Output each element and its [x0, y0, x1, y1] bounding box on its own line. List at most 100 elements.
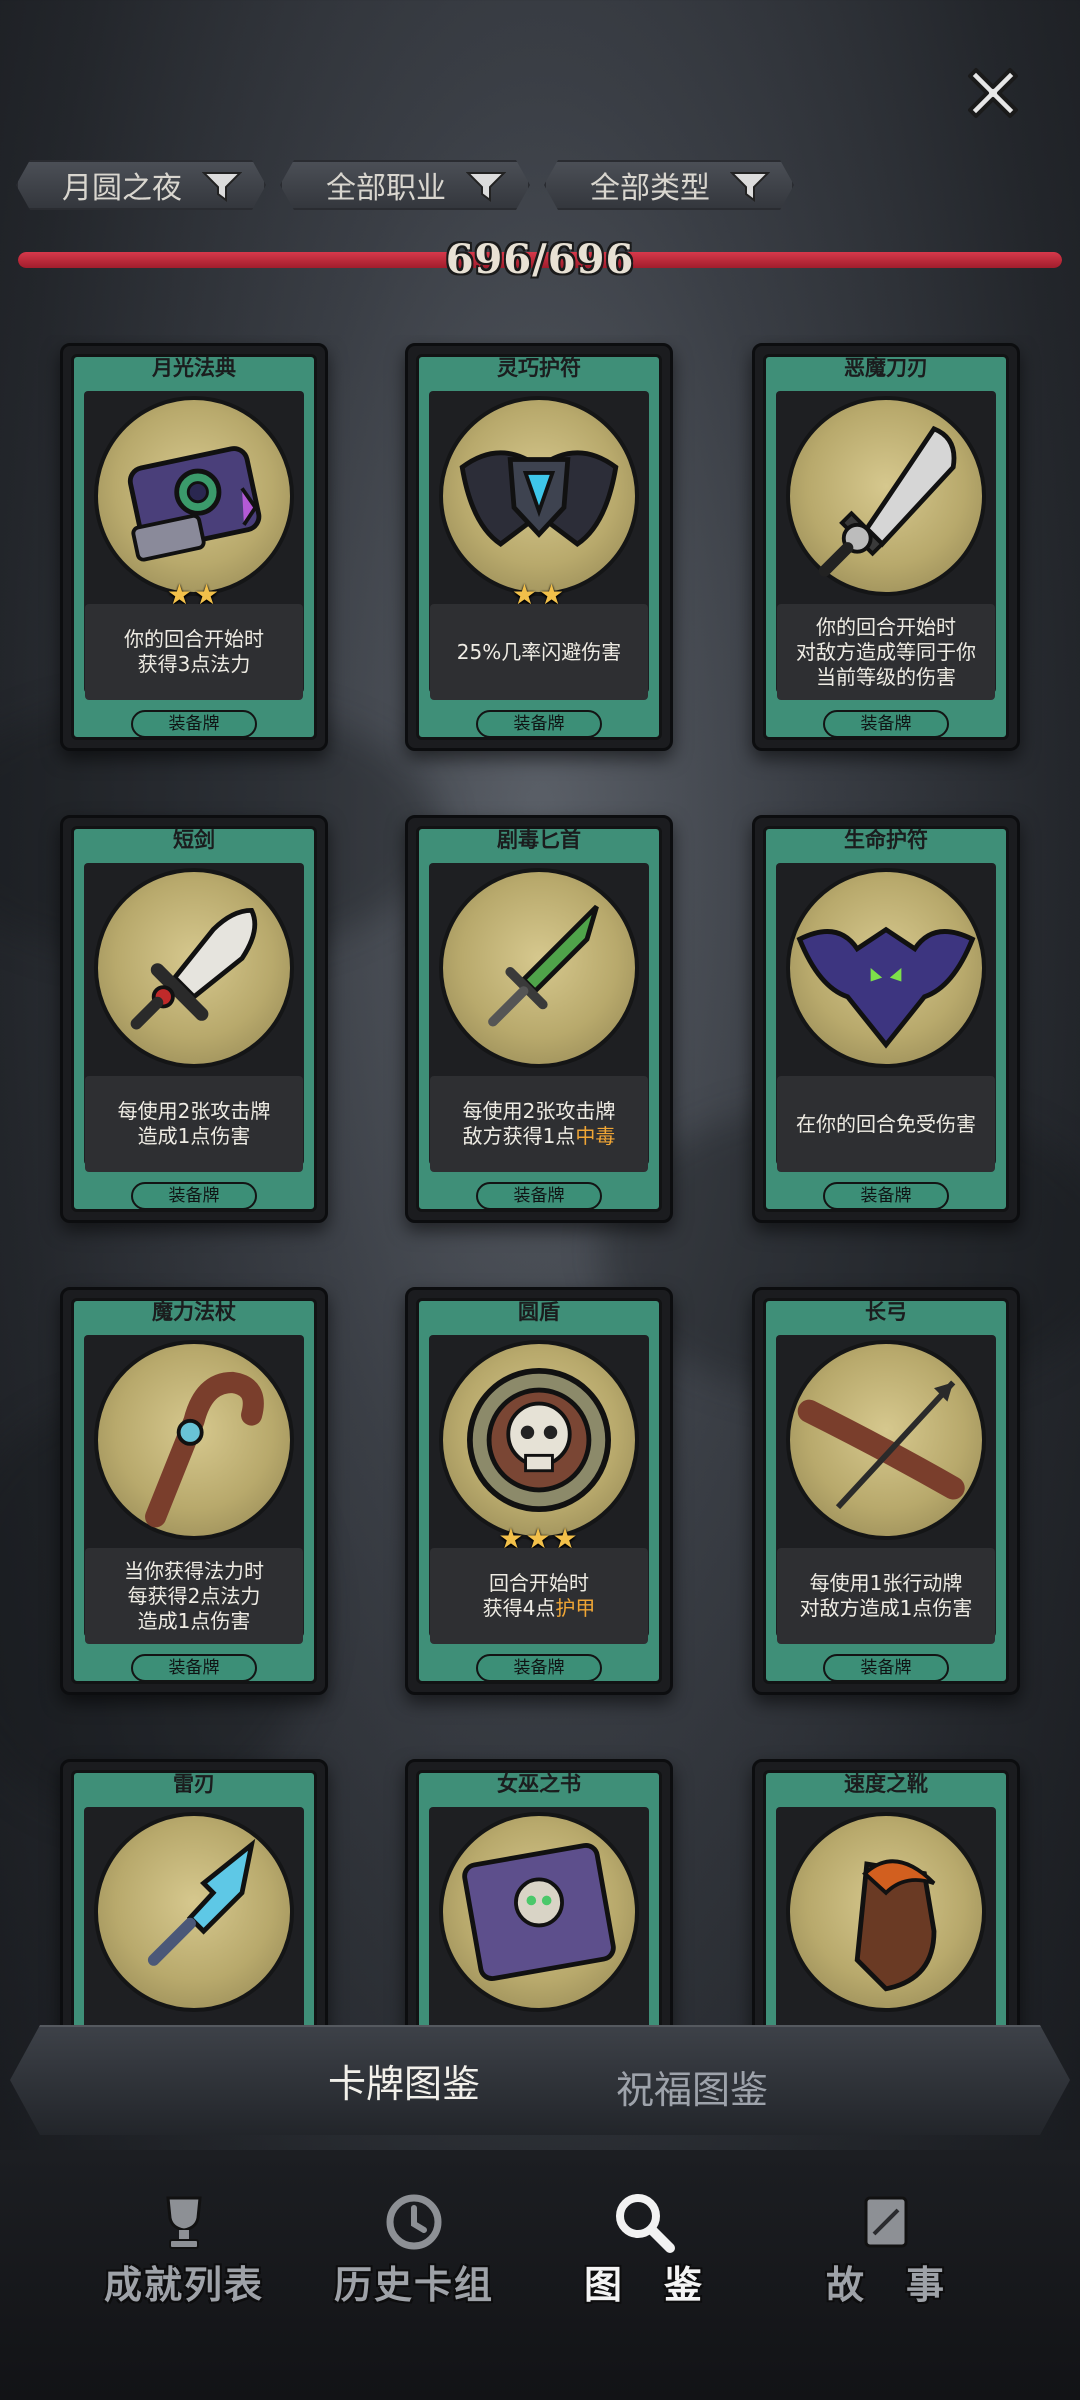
filter-funnel-icon	[730, 170, 770, 204]
filter-type-label: 全部类型	[590, 171, 710, 206]
bat-amulet-icon	[786, 868, 986, 1068]
nav-label: 故 事	[825, 2263, 946, 2307]
desc-highlight: 中毒	[575, 1124, 616, 1148]
nav-collection[interactable]: 图 鉴	[544, 2190, 744, 2309]
nav-label: 历史卡组	[333, 2263, 494, 2307]
desc-line: 敌方获得1点中毒	[463, 1124, 616, 1149]
history-clock-icon	[386, 2194, 442, 2250]
card-type-badge: 装备牌	[823, 1182, 949, 1210]
card-type-badge: 装备牌	[131, 1654, 257, 1682]
card-description: 你的回合开始时 获得3点法力	[85, 604, 303, 700]
tab-card-collection[interactable]: 卡牌图鉴	[328, 2053, 480, 2108]
desc-text: 敌方获得1点	[462, 1124, 576, 1148]
witch-book-icon	[439, 1812, 639, 2012]
tome-icon	[94, 396, 294, 596]
card-item[interactable]: 圆盾 ★★★ 回合开始时 获得4点护甲 装备牌	[405, 1287, 673, 1695]
card-title: 剧毒匕首	[497, 828, 581, 852]
nav-label: 图 鉴	[583, 2263, 704, 2307]
card-title: 灵巧护符	[497, 356, 581, 380]
magic-staff-icon	[94, 1340, 294, 1540]
nav-achievements[interactable]: 成就列表	[84, 2190, 284, 2309]
card-description: 回合开始时 获得4点护甲	[430, 1548, 648, 1644]
card-title: 长弓	[865, 1300, 907, 1324]
nav-story[interactable]: 故 事	[786, 2190, 986, 2309]
poison-dagger-icon	[439, 868, 639, 1068]
desc-line: 每使用2张攻击牌	[462, 1099, 616, 1123]
card-title: 月光法典	[152, 356, 236, 380]
card-item[interactable]: 生命护符 在你的回合免受伤害 装备牌	[752, 815, 1020, 1223]
card-item[interactable]: 女巫之书	[405, 1759, 673, 2025]
collection-progress: 696/696	[18, 236, 1062, 283]
progress-count: 696/696	[445, 236, 635, 283]
thunder-blade-icon	[94, 1812, 294, 2012]
card-description: 在你的回合免受伤害	[777, 1076, 995, 1172]
card-title: 速度之靴	[844, 1772, 928, 1796]
filter-type[interactable]: 全部类型	[544, 160, 794, 210]
tab-blessing-collection[interactable]: 祝福图鉴	[616, 2059, 768, 2114]
desc-line: 造成1点伤害	[137, 1124, 251, 1148]
card-description: 当你获得法力时 每获得2点法力 造成1点伤害	[85, 1548, 303, 1644]
desc-line: 当前等级的伤害	[816, 664, 956, 689]
magnifier-icon	[616, 2194, 675, 2253]
trophy-icon	[166, 2196, 202, 2249]
card-item[interactable]: 短剑 每使用2张攻击牌 造成1点伤害 装备牌	[60, 815, 328, 1223]
card-type-badge: 装备牌	[131, 710, 257, 738]
card-item[interactable]: 雷刃	[60, 1759, 328, 2025]
card-title: 圆盾	[518, 1300, 560, 1324]
card-title: 恶魔刀刃	[844, 356, 928, 380]
filter-class[interactable]: 全部职业	[280, 160, 530, 210]
desc-line: 获得3点法力	[137, 652, 251, 676]
card-item[interactable]: 速度之靴	[752, 1759, 1020, 2025]
filter-world-label: 月圆之夜	[62, 171, 182, 206]
desc-line: 当你获得法力时	[124, 1558, 264, 1583]
card-item[interactable]: 长弓 每使用1张行动牌 对敌方造成1点伤害 装备牌	[752, 1287, 1020, 1695]
desc-highlight: 护甲	[555, 1596, 596, 1620]
desc-line: 每获得2点法力	[127, 1583, 261, 1608]
filter-funnel-icon	[202, 170, 242, 204]
card-description: 每使用1张行动牌 对敌方造成1点伤害	[777, 1548, 995, 1644]
desc-line: 25%几率闪避伤害	[456, 639, 622, 664]
desc-line: 每使用2张攻击牌	[117, 1099, 271, 1123]
card-type-badge: 装备牌	[823, 710, 949, 738]
card-description: 每使用2张攻击牌 敌方获得1点中毒	[430, 1076, 648, 1172]
desc-line: 造成1点伤害	[137, 1608, 251, 1633]
card-title: 生命护符	[844, 828, 928, 852]
collection-subtabs: 卡牌图鉴 祝福图鉴	[10, 2025, 1070, 2135]
card-type-badge: 装备牌	[476, 1654, 602, 1682]
skull-shield-icon	[439, 1340, 639, 1540]
card-description: 你的回合开始时 对敌方造成等同于你 当前等级的伤害	[777, 604, 995, 700]
desc-line: 在你的回合免受伤害	[796, 1111, 976, 1136]
card-title: 雷刃	[173, 1772, 215, 1796]
speed-boots-icon	[786, 1812, 986, 2012]
close-button[interactable]	[958, 58, 1028, 128]
card-grid[interactable]: 月光法典 ★★ 你的回合开始时 获得3点法力 装备牌 灵巧护符 ★★ 25%几率…	[0, 335, 1080, 2025]
desc-line: 对敌方造成1点伤害	[799, 1596, 973, 1620]
desc-text: 获得4点	[482, 1596, 556, 1620]
desc-line: 你的回合开始时	[816, 614, 956, 639]
desc-line: 获得4点护甲	[483, 1596, 596, 1621]
card-item[interactable]: 月光法典 ★★ 你的回合开始时 获得3点法力 装备牌	[60, 343, 328, 751]
desc-line: 回合开始时	[489, 1571, 589, 1595]
short-sword-icon	[94, 868, 294, 1068]
filter-bar: 月圆之夜 全部职业 全部类型	[16, 160, 1066, 212]
card-item[interactable]: 恶魔刀刃 你的回合开始时 对敌方造成等同于你 当前等级的伤害 装备牌	[752, 343, 1020, 751]
desc-line: 对敌方造成等同于你	[796, 639, 976, 664]
desc-line: 你的回合开始时	[124, 627, 264, 651]
close-x-icon	[968, 68, 1018, 118]
winged-shield-icon	[439, 396, 639, 596]
card-type-badge: 装备牌	[476, 1182, 602, 1210]
card-type-badge: 装备牌	[476, 710, 602, 738]
card-type-badge: 装备牌	[131, 1182, 257, 1210]
longbow-icon	[786, 1340, 986, 1540]
nav-history-decks[interactable]: 历史卡组	[314, 2190, 514, 2309]
demon-blade-icon	[786, 396, 986, 596]
card-item[interactable]: 灵巧护符 ★★ 25%几率闪避伤害 装备牌	[405, 343, 673, 751]
filter-funnel-icon	[466, 170, 506, 204]
card-item[interactable]: 魔力法杖 当你获得法力时 每获得2点法力 造成1点伤害 装备牌	[60, 1287, 328, 1695]
card-description: 每使用2张攻击牌 造成1点伤害	[85, 1076, 303, 1172]
filter-world[interactable]: 月圆之夜	[16, 160, 266, 210]
card-item[interactable]: 剧毒匕首 每使用2张攻击牌 敌方获得1点中毒 装备牌	[405, 815, 673, 1223]
story-book-icon	[864, 2196, 908, 2248]
bottom-nav: 成就列表 历史卡组 图 鉴 故 事	[0, 2150, 1080, 2400]
desc-line: 每使用1张行动牌	[809, 1571, 963, 1595]
